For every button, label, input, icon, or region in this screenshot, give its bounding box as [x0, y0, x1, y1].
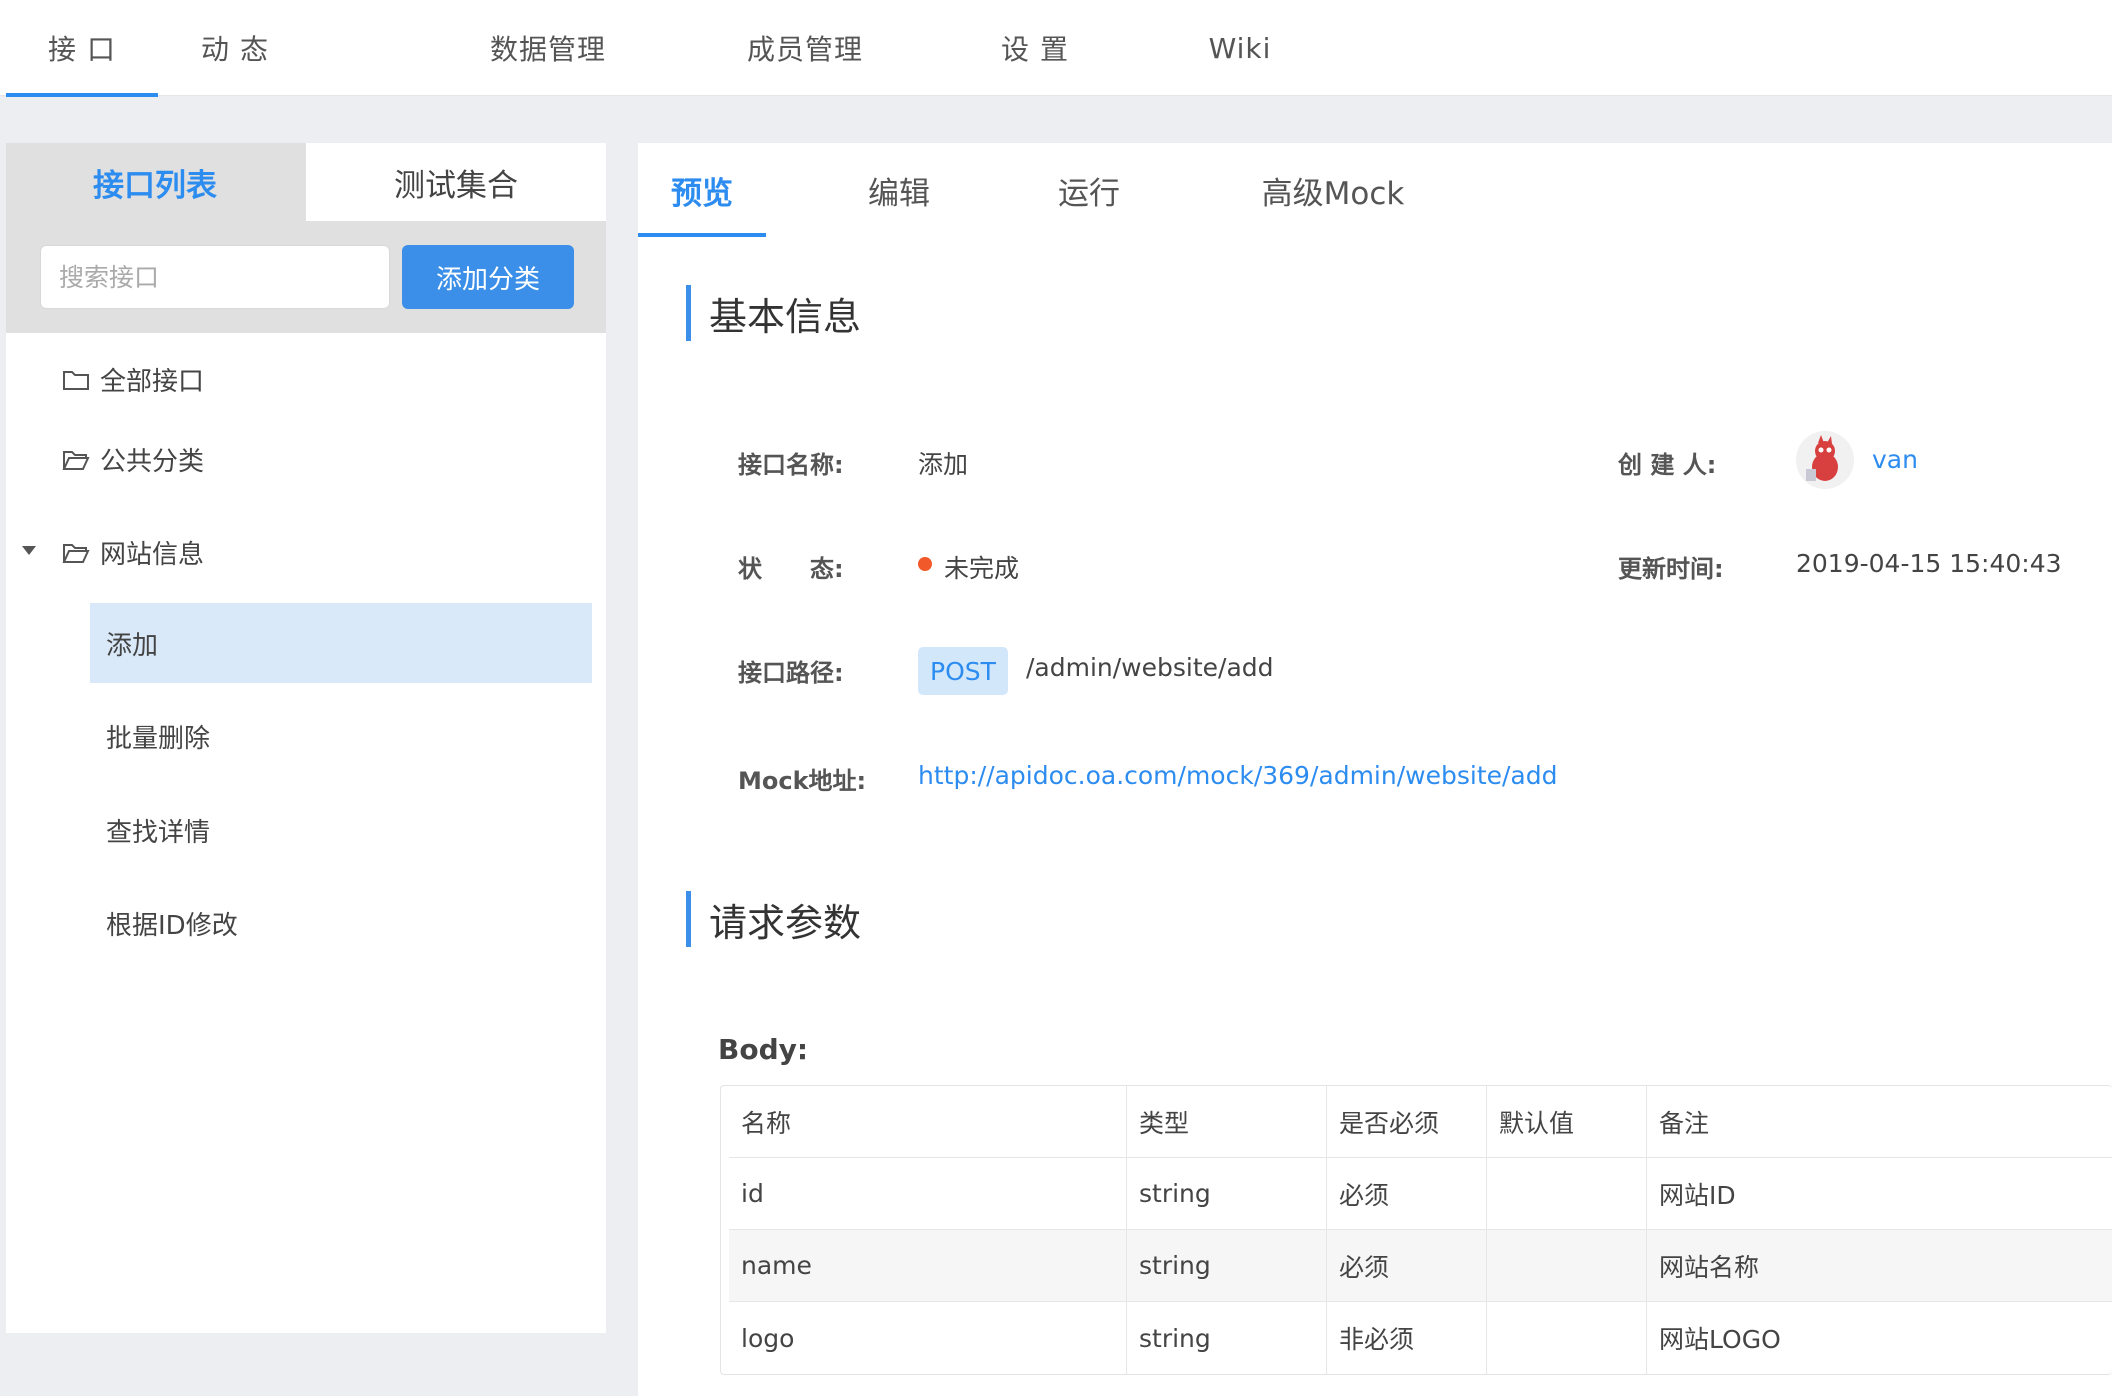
section-title-basic-info: 基本信息 [686, 285, 861, 341]
table-cell [1487, 1302, 1647, 1374]
interface-name-label: 接口名称: [738, 451, 844, 479]
interface-name-value: 添加 [918, 450, 969, 479]
path-value: /admin/website/add [1026, 653, 1274, 682]
updated-time-label: 更新时间: [1618, 555, 1724, 583]
status-value: 未完成 [944, 554, 1020, 583]
list-item-add[interactable]: 添加 [90, 603, 592, 683]
dragon-avatar-icon [1796, 431, 1854, 489]
search-interface-input[interactable] [40, 245, 390, 309]
tree-label: 公共分类 [100, 447, 205, 477]
list-item-find-details[interactable]: 查找详情 [90, 790, 592, 870]
tree-label: 网站信息 [100, 540, 205, 570]
tab-data-management[interactable]: 数据管理 [478, 0, 618, 96]
body-label: Body: [718, 1033, 809, 1066]
list-item-modify-by-id[interactable]: 根据ID修改 [90, 883, 592, 963]
avatar[interactable] [1796, 431, 1854, 489]
table-cell: id [729, 1158, 1127, 1229]
table-cell: 网站ID [1659, 1180, 1736, 1210]
table-cell: name [729, 1230, 1127, 1301]
table-cell [1487, 1158, 1647, 1229]
table-cell [1487, 1230, 1647, 1301]
mock-address-label: Mock地址: [738, 767, 867, 795]
tab-settings[interactable]: 设 置 [975, 0, 1095, 96]
table-cell: string [1127, 1158, 1327, 1229]
creator-label: 创 建 人: [1618, 451, 1717, 479]
status-label: 状 态: [738, 555, 844, 583]
method-badge: POST [918, 647, 1008, 695]
table-cell: string [1127, 1230, 1327, 1301]
tab-wiki[interactable]: Wiki [1190, 0, 1290, 96]
section-title-request-params: 请求参数 [686, 891, 861, 947]
caret-down-icon[interactable] [22, 546, 36, 555]
table-cell: 必须 [1327, 1230, 1487, 1301]
tab-advanced-mock[interactable]: 高级Mock [1238, 143, 1428, 237]
tree-item-all-interfaces[interactable]: 全部接口 [62, 361, 204, 398]
table-header: 是否必须 [1327, 1086, 1487, 1157]
folder-open-icon [62, 543, 90, 563]
top-nav: 接 口 动 态 数据管理 成员管理 设 置 Wiki [0, 0, 2112, 97]
table-row: logo string 非必须 网站LOGO [729, 1302, 2112, 1374]
sidebar-tabs: 接口列表 测试集合 [6, 143, 606, 221]
tree-item-public-category[interactable]: 公共分类 [62, 441, 204, 478]
table-header: 名称 [729, 1086, 1127, 1157]
params-table: 名称 类型 是否必须 默认值 备注 id string 必须 网站ID name… [720, 1085, 2112, 1375]
table-header: 默认值 [1487, 1086, 1647, 1157]
table-row: id string 必须 网站ID [729, 1158, 2112, 1230]
tab-run[interactable]: 运行 [1034, 143, 1144, 237]
tree-label: 全部接口 [100, 367, 205, 397]
tab-preview[interactable]: 预览 [638, 143, 766, 237]
mock-address-link[interactable]: http://apidoc.oa.com/mock/369/admin/webs… [918, 761, 1557, 790]
tab-edit[interactable]: 编辑 [844, 143, 954, 237]
table-cell: 网站LOGO [1659, 1325, 1781, 1354]
folder-open-icon [62, 450, 90, 470]
creator-link[interactable]: van [1872, 445, 1918, 474]
interface-detail-panel: 预览 编辑 运行 高级Mock 基本信息 接口名称: 添加 创 建 人: van… [638, 143, 2112, 1396]
table-header: 备注 [1659, 1108, 1710, 1138]
path-label: 接口路径: [738, 659, 844, 687]
list-item-batch-delete[interactable]: 批量删除 [90, 696, 592, 776]
interface-sidebar: 接口列表 测试集合 添加分类 全部接口 公共分类 网站信息 添加 批量删除 查找… [6, 143, 606, 1333]
table-cell: logo [729, 1302, 1127, 1374]
updated-time-value: 2019-04-15 15:40:43 [1796, 549, 2062, 578]
tab-interface[interactable]: 接 口 [6, 0, 158, 97]
add-category-button[interactable]: 添加分类 [402, 245, 574, 309]
table-cell: 网站名称 [1659, 1252, 1760, 1282]
tree-item-website-info[interactable]: 网站信息 [62, 534, 204, 571]
table-header-row: 名称 类型 是否必须 默认值 备注 [729, 1086, 2112, 1158]
tab-activity[interactable]: 动 态 [175, 0, 295, 96]
table-cell: 非必须 [1327, 1302, 1487, 1374]
table-header: 类型 [1127, 1086, 1327, 1157]
sidebar-search-bar: 添加分类 [6, 221, 606, 333]
table-cell: 必须 [1327, 1158, 1487, 1229]
table-cell: string [1127, 1302, 1327, 1374]
tab-test-collection[interactable]: 测试集合 [306, 143, 606, 221]
tab-interface-list[interactable]: 接口列表 [6, 143, 304, 221]
tab-member-management[interactable]: 成员管理 [735, 0, 875, 96]
status-dot-icon [918, 557, 932, 571]
table-row: name string 必须 网站名称 [729, 1230, 2112, 1302]
folder-icon [63, 370, 89, 390]
